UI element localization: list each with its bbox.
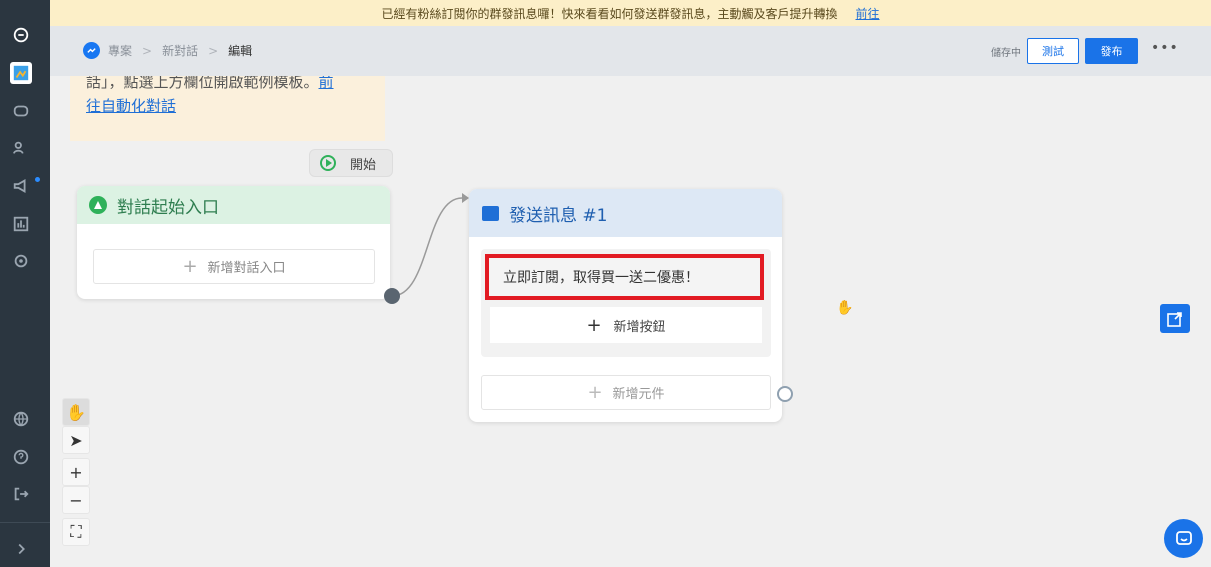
users-icon[interactable] bbox=[10, 137, 32, 159]
tip-box: 話」，點選上方欄位開啟範例模板。前 往自動化對話 bbox=[70, 76, 385, 141]
entry-icon bbox=[89, 196, 107, 214]
zoom-out-icon[interactable]: − bbox=[62, 486, 90, 514]
entry-node[interactable]: 對話起始入口 + 新增對話入口 bbox=[77, 186, 390, 299]
fit-screen-icon[interactable]: ⛶ bbox=[62, 518, 90, 546]
start-label: 開始 bbox=[350, 157, 377, 173]
message-icon bbox=[482, 205, 499, 221]
tip-link-part1[interactable]: 前 bbox=[319, 76, 334, 91]
chat-icon bbox=[1175, 530, 1192, 545]
more-options-icon[interactable]: ••• bbox=[1151, 40, 1179, 56]
message-node-title: 發送訊息 #1 bbox=[509, 205, 608, 226]
plus-icon: + bbox=[586, 314, 602, 336]
message-node-header: 發送訊息 #1 bbox=[469, 189, 782, 237]
help-icon[interactable] bbox=[10, 446, 32, 468]
hand-cursor-icon: ✋ bbox=[836, 300, 854, 316]
notice-banner: 已經有粉絲訂閱你的群發訊息囉！快來看看如何發送群發訊息，主動觸及客戶提升轉換 前… bbox=[50, 0, 1211, 26]
add-element-label: 新增元件 bbox=[612, 387, 665, 402]
hand-tool-icon[interactable]: ✋ bbox=[62, 398, 90, 426]
pointer-tool-icon[interactable]: ➤ bbox=[62, 426, 90, 454]
logo-icon[interactable] bbox=[10, 24, 32, 46]
flow-builder-icon[interactable] bbox=[10, 62, 32, 84]
tip-link-part2[interactable]: 往自動化對話 bbox=[86, 97, 176, 115]
notification-dot bbox=[35, 177, 40, 182]
publish-button[interactable]: 發布 bbox=[1085, 38, 1138, 64]
chat-support-button[interactable] bbox=[1164, 519, 1203, 558]
plus-icon: + bbox=[587, 382, 603, 403]
tip-text: 話」，點選上方欄位開啟範例模板。 bbox=[86, 76, 319, 91]
chevron-right-icon: > bbox=[142, 43, 153, 58]
settings-icon[interactable] bbox=[10, 250, 32, 272]
notice-link[interactable]: 前往 bbox=[856, 5, 880, 22]
left-sidebar bbox=[0, 0, 50, 567]
share-icon bbox=[1167, 311, 1182, 327]
test-button[interactable]: 測試 bbox=[1027, 38, 1079, 64]
entry-node-header: 對話起始入口 bbox=[77, 186, 390, 224]
message-text[interactable]: 立即訂閱，取得買一送二優惠！ bbox=[485, 254, 764, 300]
message-card: 立即訂閱，取得買一送二優惠！ + 新增按鈕 bbox=[481, 249, 771, 357]
add-button-button[interactable]: + 新增按鈕 bbox=[490, 307, 762, 343]
flow-canvas[interactable]: 話」，點選上方欄位開啟範例模板。前 往自動化對話 開始 對話起始入口 + 新增對… bbox=[50, 76, 1211, 567]
add-element-button[interactable]: + 新增元件 bbox=[481, 375, 771, 410]
start-button[interactable]: 開始 bbox=[309, 149, 393, 177]
add-entry-button[interactable]: + 新增對話入口 bbox=[93, 249, 375, 284]
breadcrumb: 專案 > 新對話 > 編輯 bbox=[83, 42, 252, 59]
sidebar-divider bbox=[0, 522, 50, 523]
messenger-icon bbox=[83, 42, 100, 59]
entry-output-port[interactable] bbox=[384, 288, 400, 304]
zoom-in-icon[interactable]: + bbox=[62, 458, 90, 486]
notice-text: 已經有粉絲訂閱你的群發訊息囉！快來看看如何發送群發訊息，主動觸及客戶提升轉換 bbox=[381, 6, 838, 21]
breadcrumb-project[interactable]: 專案 bbox=[108, 42, 132, 59]
add-button-label: 新增按鈕 bbox=[613, 319, 666, 335]
chevron-right-icon: > bbox=[208, 43, 219, 58]
message-output-port[interactable] bbox=[777, 386, 793, 402]
editor-header: 專案 > 新對話 > 編輯 儲存中 測試 發布 ••• bbox=[50, 26, 1211, 76]
chatbot-icon[interactable] bbox=[10, 100, 32, 122]
add-entry-label: 新增對話入口 bbox=[207, 261, 286, 276]
expand-icon[interactable] bbox=[10, 538, 32, 560]
breadcrumb-edit: 編輯 bbox=[228, 44, 253, 58]
message-node[interactable]: 發送訊息 #1 立即訂閱，取得買一送二優惠！ + 新增按鈕 + 新增元件 bbox=[469, 189, 782, 422]
globe-icon[interactable] bbox=[10, 408, 32, 430]
play-icon bbox=[320, 155, 336, 171]
broadcast-icon[interactable] bbox=[10, 175, 32, 197]
logout-icon[interactable] bbox=[10, 483, 32, 505]
saving-status: 儲存中 bbox=[991, 48, 1021, 59]
analytics-icon[interactable] bbox=[10, 213, 32, 235]
breadcrumb-conversation[interactable]: 新對話 bbox=[162, 42, 198, 59]
plus-icon: + bbox=[182, 256, 198, 277]
entry-node-title: 對話起始入口 bbox=[117, 197, 219, 218]
share-float-button[interactable] bbox=[1160, 304, 1190, 333]
